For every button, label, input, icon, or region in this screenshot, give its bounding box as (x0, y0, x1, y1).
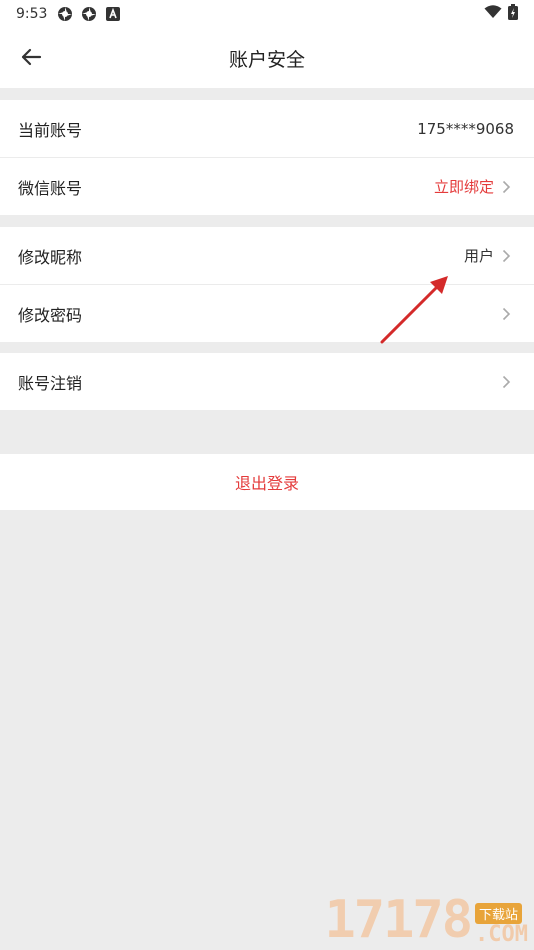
status-time: 9:53 (16, 6, 48, 22)
watermark-number: 17178 (324, 890, 473, 950)
chevron-right-icon (502, 375, 514, 389)
battery-charging-icon (508, 4, 518, 24)
logout-label: 退出登录 (234, 474, 299, 493)
current-account-row: 当前账号 175****9068 (0, 100, 534, 157)
chevron-right-icon (502, 249, 514, 263)
annotation-arrow-icon (380, 276, 448, 344)
settings-gear-icon (57, 6, 73, 22)
settings-gear-icon (81, 6, 97, 22)
nickname-value: 用户 (463, 247, 494, 265)
app-bar: 账户安全 (0, 28, 534, 88)
change-password-label: 修改密码 (18, 305, 83, 325)
app-a-icon (105, 6, 121, 22)
arrow-left-icon (20, 46, 42, 72)
chevron-right-icon (502, 307, 514, 321)
wifi-icon (484, 5, 502, 23)
cancel-account-label: 账号注销 (18, 373, 83, 393)
watermark-tag: 下载站 (475, 903, 523, 924)
cancel-account-row[interactable]: 账号注销 (0, 353, 534, 410)
page-title: 账户安全 (228, 48, 305, 71)
back-button[interactable] (14, 42, 48, 76)
status-bar: 9:53 (0, 0, 534, 28)
current-account-value: 175****9068 (417, 119, 514, 138)
logout-button[interactable]: 退出登录 (0, 454, 534, 510)
watermark-suffix: .COM (475, 922, 528, 947)
bind-now-link[interactable]: 立即绑定 (434, 176, 494, 197)
current-account-label: 当前账号 (18, 120, 83, 140)
chevron-right-icon (502, 180, 514, 194)
wechat-account-label: 微信账号 (18, 178, 83, 198)
edit-nickname-label: 修改昵称 (18, 247, 83, 267)
watermark-logo: 17178 下载站 .COM (324, 894, 528, 946)
wechat-account-row[interactable]: 微信账号 立即绑定 (0, 158, 534, 215)
